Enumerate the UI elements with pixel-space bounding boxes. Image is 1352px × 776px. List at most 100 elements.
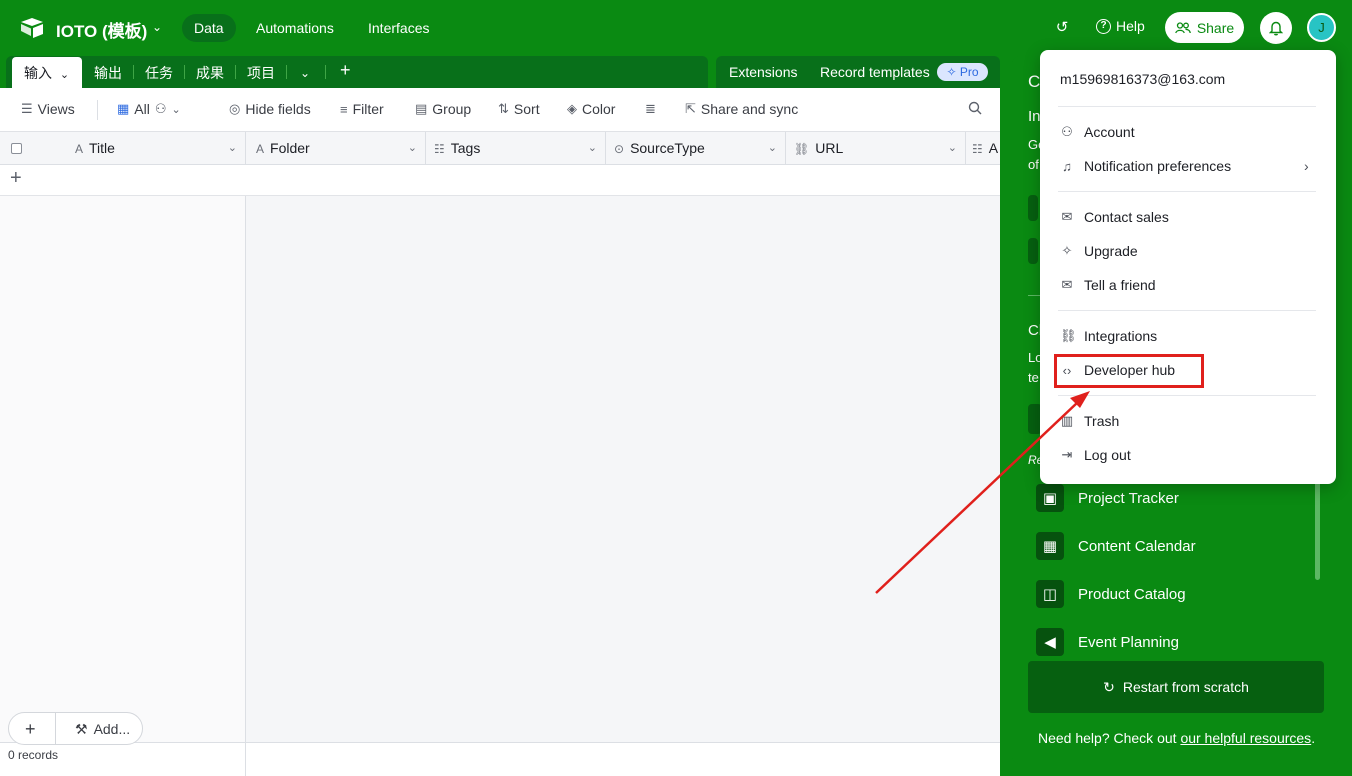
- base-title[interactable]: IOTO (模板): [56, 17, 147, 42]
- chevron-right-icon: ›: [1304, 158, 1309, 174]
- share-button[interactable]: Share: [1165, 12, 1244, 43]
- views-button[interactable]: ☰ Views: [21, 101, 75, 117]
- extensions-button[interactable]: Extensions: [729, 64, 797, 80]
- restart-from-scratch-button[interactable]: ↻ Restart from scratch: [1028, 661, 1324, 713]
- menu-divider: [1058, 106, 1316, 107]
- pro-badge-label: Pro: [959, 65, 979, 79]
- restart-label: Restart from scratch: [1122, 679, 1249, 695]
- pro-badge: ✧ Pro: [937, 63, 988, 81]
- menu-item-label: Trash: [1084, 413, 1120, 429]
- menu-divider: [1058, 191, 1316, 192]
- help-text-prefix: Need help? Check out: [1038, 730, 1181, 746]
- view-name-label: All: [134, 101, 150, 117]
- template-content-calendar[interactable]: ▦ Content Calendar: [1036, 532, 1196, 560]
- bell-icon: ♫: [1062, 158, 1072, 174]
- history-icon[interactable]: ↺: [1052, 18, 1072, 38]
- filter-button[interactable]: ≡ Filter: [340, 101, 384, 117]
- filter-label: Filter: [352, 101, 384, 117]
- text-field-icon: A: [75, 142, 84, 156]
- menu-item-label: Contact sales: [1084, 209, 1169, 225]
- share-label: Share: [1196, 19, 1235, 36]
- menu-item-trash[interactable]: ▥ Trash: [1060, 409, 1119, 433]
- airtable-logo-icon[interactable]: [20, 17, 44, 39]
- collaborators-icon: ⚇: [154, 101, 167, 116]
- helpful-resources-link[interactable]: our helpful resources: [1180, 730, 1311, 746]
- chevron-down-icon[interactable]: ⌄: [588, 132, 597, 164]
- add-record-row[interactable]: +: [0, 165, 246, 196]
- help-button[interactable]: ? Help: [1096, 18, 1145, 34]
- template-project-tracker[interactable]: ▣ Project Tracker: [1036, 484, 1179, 512]
- nav-tab-data[interactable]: Data: [182, 14, 236, 42]
- add-more-label: Add...: [93, 721, 131, 737]
- table-tab-tasks[interactable]: 任务: [145, 63, 173, 88]
- sort-button[interactable]: ⇅ Sort: [498, 101, 540, 117]
- nav-tab-interfaces[interactable]: Interfaces: [356, 14, 441, 42]
- data-pane: [246, 196, 1000, 742]
- record-count: 0 records: [8, 748, 59, 762]
- logout-icon: ⇥: [1061, 447, 1073, 462]
- share-sync-button[interactable]: ⇱ Share and sync: [685, 101, 798, 117]
- menu-divider: [1058, 310, 1316, 311]
- views-label: Views: [37, 101, 75, 117]
- menu-item-notification-preferences[interactable]: ♫ Notification preferences: [1060, 154, 1231, 178]
- chevron-down-icon[interactable]: ⌄: [948, 132, 957, 164]
- hide-fields-label: Hide fields: [245, 101, 311, 117]
- template-product-catalog[interactable]: ◫ Product Catalog: [1036, 580, 1186, 608]
- menu-item-account[interactable]: ⚇ Account: [1060, 120, 1134, 144]
- menu-item-log-out[interactable]: ⇥ Log out: [1060, 443, 1131, 467]
- side-card-edge: [1028, 238, 1038, 264]
- chevron-down-icon[interactable]: ⌄: [228, 132, 237, 164]
- group-button[interactable]: ▤ Group: [415, 101, 471, 117]
- multi-select-icon: ☷: [434, 142, 445, 156]
- group-icon: ▤: [415, 101, 428, 116]
- add-record-row-extension[interactable]: [246, 165, 1000, 196]
- column-header-folder[interactable]: A Folder ⌄: [246, 132, 426, 165]
- menu-item-upgrade[interactable]: ✧ Upgrade: [1060, 239, 1138, 263]
- people-icon: [1174, 21, 1191, 33]
- view-selector[interactable]: ▦ All ⚇ ⌄: [117, 101, 181, 117]
- account-email: m15969816373@163.com: [1060, 71, 1226, 87]
- add-pill: + ⚒ Add...: [8, 712, 143, 745]
- add-more-button[interactable]: ⚒ Add...: [75, 721, 130, 738]
- menu-item-tell-a-friend[interactable]: ✉ Tell a friend: [1060, 273, 1156, 297]
- base-title-chevron-icon[interactable]: ⌄: [152, 20, 162, 34]
- add-table-icon[interactable]: +: [340, 60, 351, 85]
- template-event-planning[interactable]: ◀ Event Planning: [1036, 628, 1179, 656]
- tab-divider: [325, 65, 326, 79]
- color-button[interactable]: ◈ Color: [567, 101, 615, 117]
- multi-select-icon: ☷: [972, 142, 983, 156]
- chevron-down-icon[interactable]: ⌄: [408, 132, 417, 164]
- sparkle-icon: ✧: [1061, 243, 1073, 258]
- link-icon: ⛓: [1060, 328, 1077, 343]
- book-icon: ◫: [1036, 580, 1064, 608]
- chevron-down-icon: ⌄: [59, 69, 70, 81]
- table-tab-results[interactable]: 成果: [196, 63, 224, 88]
- avatar[interactable]: J: [1307, 13, 1336, 42]
- menu-item-integrations[interactable]: ⛓ Integrations: [1060, 324, 1157, 348]
- row-height-button[interactable]: ≣: [645, 101, 656, 117]
- tab-divider: [184, 65, 185, 79]
- table-tab-input[interactable]: 输入 ⌄: [12, 57, 82, 88]
- column-header-partial[interactable]: ☷ A: [966, 132, 1000, 165]
- menu-icon: ☰: [21, 101, 33, 116]
- hide-fields-button[interactable]: ◎ Hide fields: [229, 101, 311, 117]
- side-panel-scrollbar[interactable]: [1315, 480, 1320, 580]
- menu-item-label: Tell a friend: [1084, 277, 1156, 293]
- nav-tab-automations[interactable]: Automations: [244, 14, 346, 42]
- notifications-button[interactable]: [1260, 12, 1292, 44]
- column-header-sourcetype[interactable]: ⊙ SourceType ⌄: [606, 132, 786, 165]
- column-header-tags[interactable]: ☷ Tags ⌄: [426, 132, 606, 165]
- chevron-down-icon[interactable]: ⌄: [768, 132, 777, 164]
- table-tab-output[interactable]: 输出: [94, 63, 122, 88]
- table-tab-projects[interactable]: 项目: [247, 63, 275, 88]
- tab-divider: [133, 65, 134, 79]
- column-header-url[interactable]: ⛓ URL ⌄: [786, 132, 966, 165]
- column-header-title[interactable]: A Title ⌄: [0, 132, 246, 165]
- search-button[interactable]: [968, 101, 982, 115]
- menu-item-contact-sales[interactable]: ✉ Contact sales: [1060, 205, 1169, 229]
- more-tables-chevron-icon[interactable]: ⌄: [300, 63, 310, 88]
- record-templates-button[interactable]: Record templates: [820, 64, 930, 80]
- side-text-fragment: of: [1028, 157, 1039, 172]
- add-record-plus-icon[interactable]: +: [25, 719, 36, 740]
- row-height-icon: ≣: [645, 101, 656, 116]
